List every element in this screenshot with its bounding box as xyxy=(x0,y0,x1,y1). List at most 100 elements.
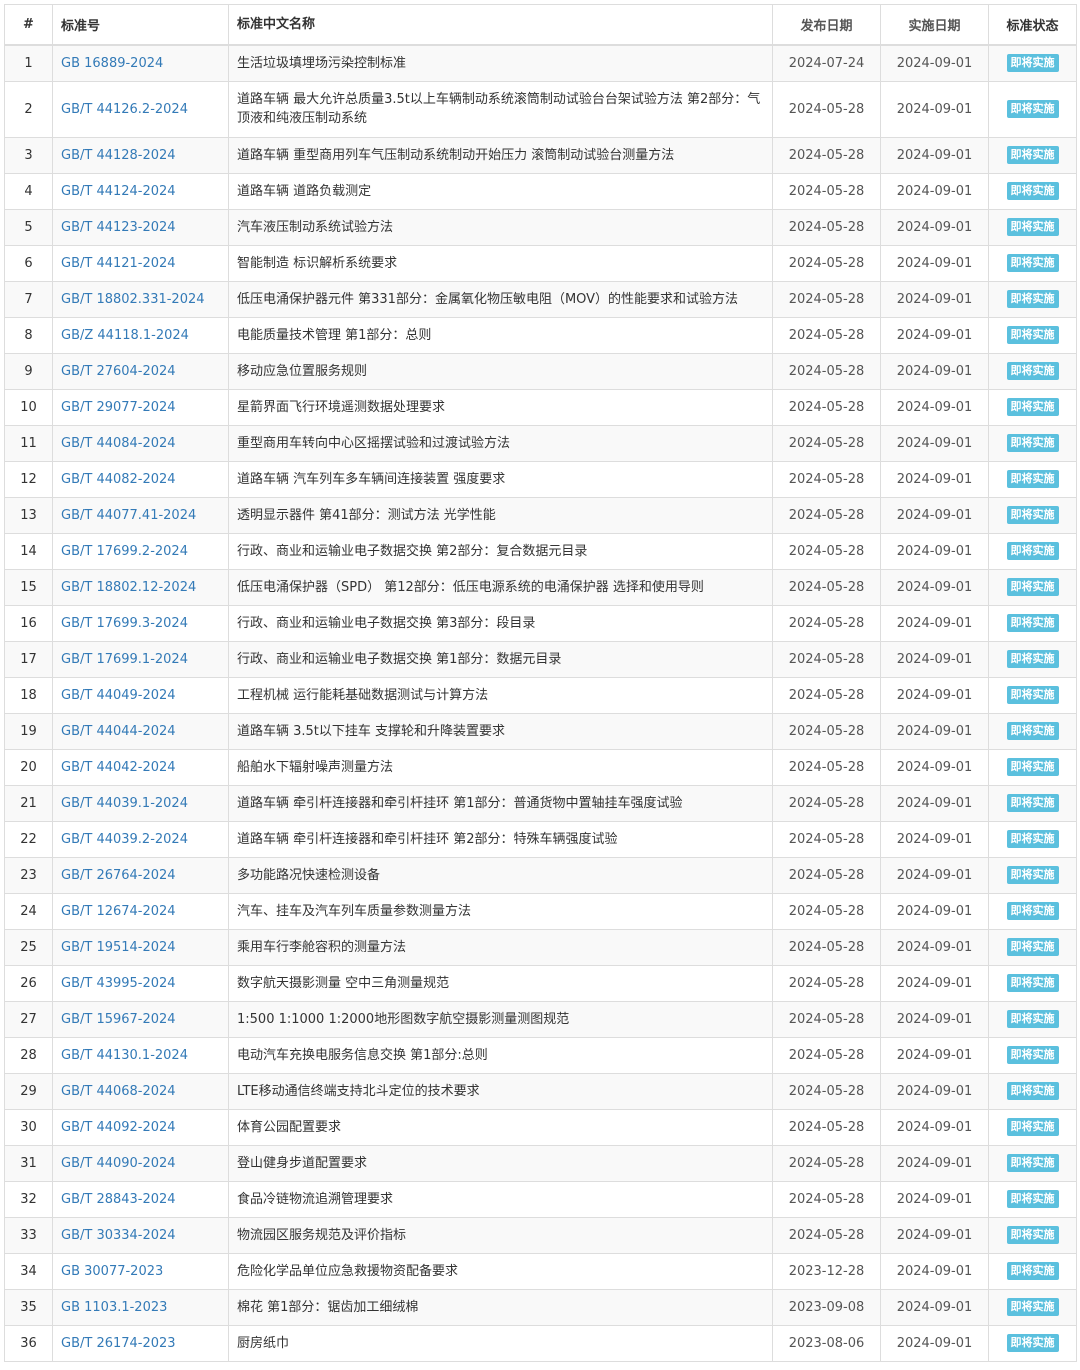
standard-name: 生活垃圾填埋场污染控制标准 xyxy=(228,44,773,82)
status-cell: 即将实施 xyxy=(988,568,1077,606)
row-number: 21 xyxy=(4,784,53,822)
implement-date: 2024-09-01 xyxy=(880,820,989,858)
status-cell: 即将实施 xyxy=(988,1180,1077,1218)
table-row: 22 GB/T 44039.2-2024 道路车辆 牵引杆连接器和牵引杆挂环 第2部… xyxy=(4,820,1077,858)
implement-date: 2024-09-01 xyxy=(880,604,989,642)
header-publish-date[interactable]: 发布日期 xyxy=(772,4,881,46)
status-badge: 即将实施 xyxy=(1006,614,1059,632)
standard-code-link[interactable]: GB/T 17699.1-2024 xyxy=(61,652,188,667)
standard-code-link[interactable]: GB/T 30334-2024 xyxy=(61,1228,176,1243)
table-row: 31 GB/T 44090-2024 登山健身步道配置要求 2024-05-28 202… xyxy=(4,1144,1077,1182)
standard-code-link[interactable]: GB/T 44049-2024 xyxy=(61,688,176,703)
publish-date: 2024-05-28 xyxy=(772,424,881,462)
standard-code-link[interactable]: GB/T 44042-2024 xyxy=(61,760,176,775)
header-implement-date[interactable]: 实施日期 xyxy=(880,4,989,46)
standard-code-link[interactable]: GB/T 27604-2024 xyxy=(61,364,176,379)
standard-name: 道路车辆 牵引杆连接器和牵引杆挂环 第1部分：普通货物中置轴挂车强度试验 xyxy=(228,784,773,822)
status-cell: 即将实施 xyxy=(988,44,1077,82)
standard-code-link[interactable]: GB/Z 44118.1-2024 xyxy=(61,328,189,343)
publish-date: 2024-05-28 xyxy=(772,532,881,570)
standard-code-link[interactable]: GB/T 44123-2024 xyxy=(61,220,176,235)
implement-date: 2024-09-01 xyxy=(880,892,989,930)
standard-code-link[interactable]: GB/T 44044-2024 xyxy=(61,724,176,739)
standard-code-link[interactable]: GB/T 17699.2-2024 xyxy=(61,544,188,559)
implement-date: 2024-09-01 xyxy=(880,1144,989,1182)
standard-code-link[interactable]: GB/T 26764-2024 xyxy=(61,868,176,883)
status-badge: 即将实施 xyxy=(1006,506,1059,524)
standard-code-link[interactable]: GB/T 44068-2024 xyxy=(61,1084,176,1099)
status-cell: 即将实施 xyxy=(988,172,1077,210)
standard-code-link[interactable]: GB/T 44077.41-2024 xyxy=(61,508,196,523)
standard-code-link[interactable]: GB/T 43995-2024 xyxy=(61,976,176,991)
publish-date: 2024-05-28 xyxy=(772,604,881,642)
status-badge: 即将实施 xyxy=(1006,1082,1059,1100)
publish-date: 2024-05-28 xyxy=(772,856,881,894)
implement-date: 2024-09-01 xyxy=(880,712,989,750)
standard-code-link[interactable]: GB/T 26174-2023 xyxy=(61,1336,176,1351)
implement-date: 2024-09-01 xyxy=(880,460,989,498)
standard-code-link[interactable]: GB/T 44130.1-2024 xyxy=(61,1048,188,1063)
table-row: 26 GB/T 43995-2024 数字航天摄影测量 空中三角测量规范 2024-0… xyxy=(4,964,1077,1002)
publish-date: 2024-05-28 xyxy=(772,172,881,210)
standard-name: 棉花 第1部分：锯齿加工细绒棉 xyxy=(228,1288,773,1326)
standard-code-cell: GB/T 44124-2024 xyxy=(52,172,229,210)
row-number: 4 xyxy=(4,172,53,210)
publish-date: 2024-05-28 xyxy=(772,1144,881,1182)
standard-code-link[interactable]: GB/T 44084-2024 xyxy=(61,436,176,451)
implement-date: 2024-09-01 xyxy=(880,1036,989,1074)
standard-code-cell: GB/T 44121-2024 xyxy=(52,244,229,282)
implement-date: 2024-09-01 xyxy=(880,964,989,1002)
standard-code-link[interactable]: GB/T 18802.331-2024 xyxy=(61,292,205,307)
standard-code-link[interactable]: GB/T 44039.1-2024 xyxy=(61,796,188,811)
standards-table-container: # 标准号 标准中文名称 发布日期 实施日期 标准状态 1 GB 16889-20… xyxy=(0,0,1080,1362)
standard-code-cell: GB/T 30334-2024 xyxy=(52,1216,229,1254)
standard-name: 星箭界面飞行环境遥测数据处理要求 xyxy=(228,388,773,426)
table-row: 1 GB 16889-2024 生活垃圾填埋场污染控制标准 2024-07-24 202… xyxy=(4,44,1077,82)
header-status[interactable]: 标准状态 xyxy=(988,4,1077,46)
status-badge: 即将实施 xyxy=(1006,866,1059,884)
standard-code-link[interactable]: GB/T 44121-2024 xyxy=(61,256,176,271)
standard-name: 重型商用车转向中心区摇摆试验和过渡试验方法 xyxy=(228,424,773,462)
standard-code-link[interactable]: GB 30077-2023 xyxy=(61,1264,163,1279)
standard-code-cell: GB/T 18802.331-2024 xyxy=(52,280,229,318)
standard-code-cell: GB/T 44092-2024 xyxy=(52,1108,229,1146)
standard-code-link[interactable]: GB/T 44126.2-2024 xyxy=(61,102,188,117)
standard-code-link[interactable]: GB/T 15967-2024 xyxy=(61,1012,176,1027)
implement-date: 2024-09-01 xyxy=(880,44,989,82)
header-name[interactable]: 标准中文名称 xyxy=(228,4,773,46)
status-cell: 即将实施 xyxy=(988,1000,1077,1038)
standard-code-link[interactable]: GB/T 12674-2024 xyxy=(61,904,176,919)
standards-table: # 标准号 标准中文名称 发布日期 实施日期 标准状态 1 GB 16889-20… xyxy=(4,4,1077,1362)
standard-name: 道路车辆 牵引杆连接器和牵引杆挂环 第2部分：特殊车辆强度试验 xyxy=(228,820,773,858)
table-row: 6 GB/T 44121-2024 智能制造 标识解析系统要求 2024-05-28 2… xyxy=(4,244,1077,282)
publish-date: 2024-05-28 xyxy=(772,712,881,750)
status-badge: 即将实施 xyxy=(1006,686,1059,704)
header-code[interactable]: 标准号 xyxy=(52,4,229,46)
standard-name: 体育公园配置要求 xyxy=(228,1108,773,1146)
standard-code-link[interactable]: GB/T 44039.2-2024 xyxy=(61,832,188,847)
standard-code-link[interactable]: GB/T 44124-2024 xyxy=(61,184,176,199)
standard-name: 道路车辆 道路负载测定 xyxy=(228,172,773,210)
standard-code-link[interactable]: GB/T 17699.3-2024 xyxy=(61,616,188,631)
standard-code-link[interactable]: GB/T 18802.12-2024 xyxy=(61,580,196,595)
publish-date: 2024-05-28 xyxy=(772,568,881,606)
header-num[interactable]: # xyxy=(4,4,53,46)
status-badge: 即将实施 xyxy=(1006,1226,1059,1244)
standard-code-link[interactable]: GB 1103.1-2023 xyxy=(61,1300,167,1315)
standard-code-cell: GB/T 29077-2024 xyxy=(52,388,229,426)
standard-code-link[interactable]: GB/T 44092-2024 xyxy=(61,1120,176,1135)
standard-code-link[interactable]: GB/T 44128-2024 xyxy=(61,148,176,163)
table-row: 4 GB/T 44124-2024 道路车辆 道路负载测定 2024-05-28 202… xyxy=(4,172,1077,210)
standard-code-link[interactable]: GB/T 19514-2024 xyxy=(61,940,176,955)
standard-code-cell: GB/T 44128-2024 xyxy=(52,136,229,174)
status-badge: 即将实施 xyxy=(1006,100,1059,118)
standard-code-cell: GB/T 44090-2024 xyxy=(52,1144,229,1182)
standard-code-link[interactable]: GB/T 44082-2024 xyxy=(61,472,176,487)
standard-code-link[interactable]: GB/T 28843-2024 xyxy=(61,1192,176,1207)
standard-code-link[interactable]: GB 16889-2024 xyxy=(61,56,163,71)
status-badge: 即将实施 xyxy=(1006,1010,1059,1028)
row-number: 23 xyxy=(4,856,53,894)
standard-code-link[interactable]: GB/T 44090-2024 xyxy=(61,1156,176,1171)
standard-name: 透明显示器件 第41部分：测试方法 光学性能 xyxy=(228,496,773,534)
standard-code-link[interactable]: GB/T 29077-2024 xyxy=(61,400,176,415)
